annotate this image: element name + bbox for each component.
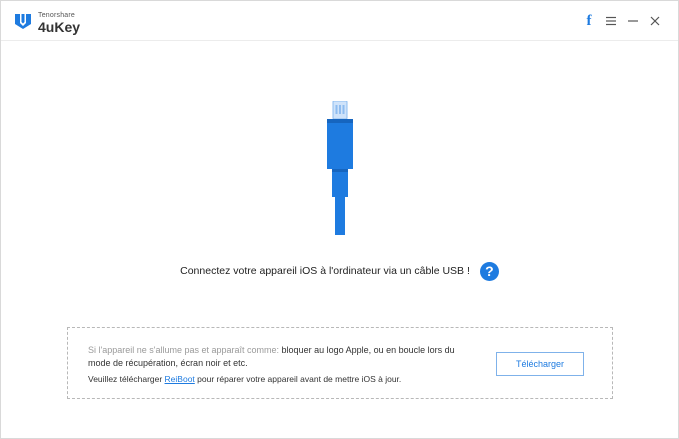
- minimize-icon: [628, 20, 638, 22]
- 4ukey-logo-icon: [15, 14, 31, 29]
- facebook-icon: f: [586, 13, 592, 29]
- recovery-info-box: Si l'appareil ne s'allume pas et apparaî…: [67, 327, 613, 399]
- title-bar: Tenorshare 4uKey f: [1, 1, 678, 41]
- menu-button[interactable]: [606, 14, 616, 28]
- reiboot-link[interactable]: ReiBoot: [165, 374, 195, 384]
- info-reiboot-line: Veuillez télécharger ReiBoot pour répare…: [88, 374, 478, 384]
- close-button[interactable]: [650, 14, 660, 28]
- info-line2-after: pour réparer votre appareil avant de met…: [194, 374, 402, 384]
- app-name: 4uKey: [38, 19, 81, 35]
- app-window: Tenorshare 4uKey f Connectez votre appar…: [0, 0, 679, 439]
- menu-icon: [606, 16, 616, 26]
- help-icon[interactable]: ?: [479, 261, 499, 281]
- facebook-button[interactable]: f: [584, 13, 594, 29]
- window-controls: f: [584, 13, 660, 29]
- info-description: Si l'appareil ne s'allume pas et apparaî…: [88, 344, 478, 369]
- connect-instruction: Connectez votre appareil iOS à l'ordinat…: [1, 260, 678, 282]
- info-line2-before: Veuillez télécharger: [88, 374, 165, 384]
- vendor-name: Tenorshare: [38, 12, 76, 19]
- info-prefix: Si l'appareil ne s'allume pas et apparaî…: [88, 345, 280, 355]
- lightning-cable-illustration: [327, 101, 353, 235]
- instruction-text: Connectez votre appareil iOS à l'ordinat…: [180, 265, 470, 277]
- close-icon: [650, 16, 660, 26]
- minimize-button[interactable]: [628, 14, 638, 28]
- download-button[interactable]: Télécharger: [496, 352, 584, 376]
